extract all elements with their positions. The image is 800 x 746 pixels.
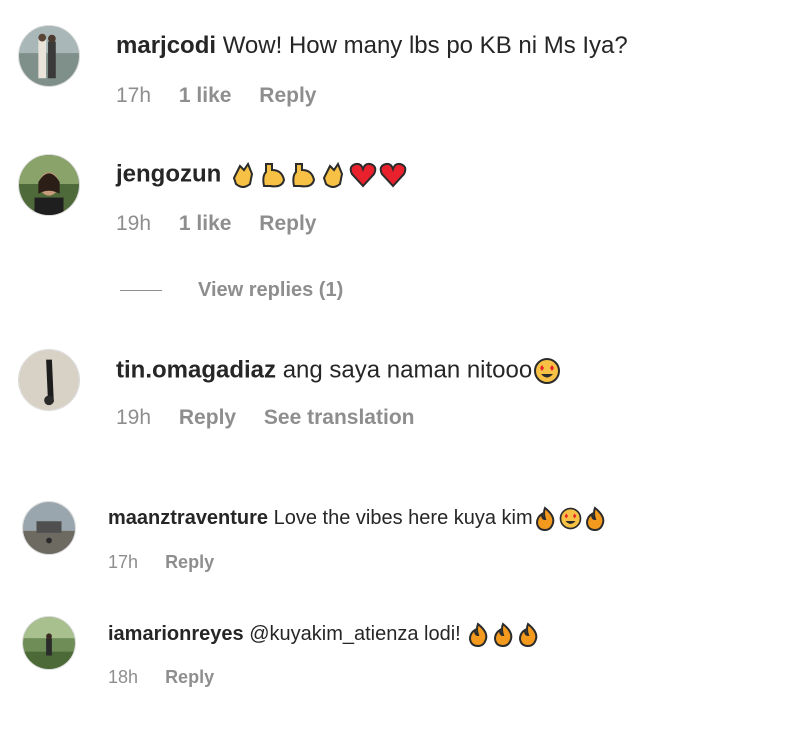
comment-text: Wow! How many lbs po KB ni Ms Iya? xyxy=(222,32,628,59)
clap-emoji xyxy=(228,160,258,190)
reply-button[interactable]: Reply xyxy=(179,406,236,429)
reply-button[interactable]: Reply xyxy=(165,667,214,687)
comment-username[interactable]: maanztraventure xyxy=(108,507,268,529)
fire-emoji xyxy=(533,506,558,531)
comment-likes[interactable]: 1 like xyxy=(179,212,232,235)
divider xyxy=(120,290,162,291)
comment-timestamp[interactable]: 17h xyxy=(108,552,138,572)
view-replies-label[interactable]: View replies (1) xyxy=(198,279,343,301)
comment-text: Love the vibes here kuya kim xyxy=(273,506,533,529)
comment-likes[interactable]: 1 like xyxy=(179,84,232,107)
clap-emoji xyxy=(318,160,348,190)
flexed-bicep-emoji xyxy=(288,160,318,190)
flexed-bicep-emoji xyxy=(258,160,288,190)
fire-emoji xyxy=(583,506,608,531)
comment-timestamp[interactable]: 18h xyxy=(108,667,138,687)
avatar[interactable] xyxy=(18,349,80,411)
avatar[interactable] xyxy=(22,616,76,670)
red-heart-emoji xyxy=(348,160,378,190)
heart-eyes-emoji xyxy=(558,506,583,531)
comment-username[interactable]: marjcodi xyxy=(116,32,216,59)
heart-eyes-emoji xyxy=(532,356,562,386)
comment-timestamp[interactable]: 17h xyxy=(116,84,151,107)
fire-emoji xyxy=(516,622,541,647)
reply-button[interactable]: Reply xyxy=(259,212,316,235)
comment-text: ang saya naman nitooo xyxy=(282,356,533,384)
red-heart-emoji xyxy=(378,160,408,190)
comment-timestamp[interactable]: 19h xyxy=(116,406,151,429)
view-replies-button[interactable]: View replies (1) xyxy=(120,279,343,302)
reply-button[interactable]: Reply xyxy=(165,552,214,572)
comment-timestamp[interactable]: 19h xyxy=(116,212,151,235)
comment-username[interactable]: tin.omagadiaz xyxy=(116,356,276,383)
see-translation-button[interactable]: See translation xyxy=(264,406,415,429)
comment-username[interactable]: iamarionreyes xyxy=(108,623,244,645)
avatar[interactable] xyxy=(18,25,80,87)
avatar[interactable] xyxy=(18,154,80,216)
reply-button[interactable]: Reply xyxy=(259,84,316,107)
comment-text: @kuyakim_atienza lodi! xyxy=(249,622,467,645)
avatar[interactable] xyxy=(22,501,76,555)
fire-emoji xyxy=(466,622,491,647)
fire-emoji xyxy=(491,622,516,647)
comment-username[interactable]: jengozun xyxy=(116,160,221,187)
